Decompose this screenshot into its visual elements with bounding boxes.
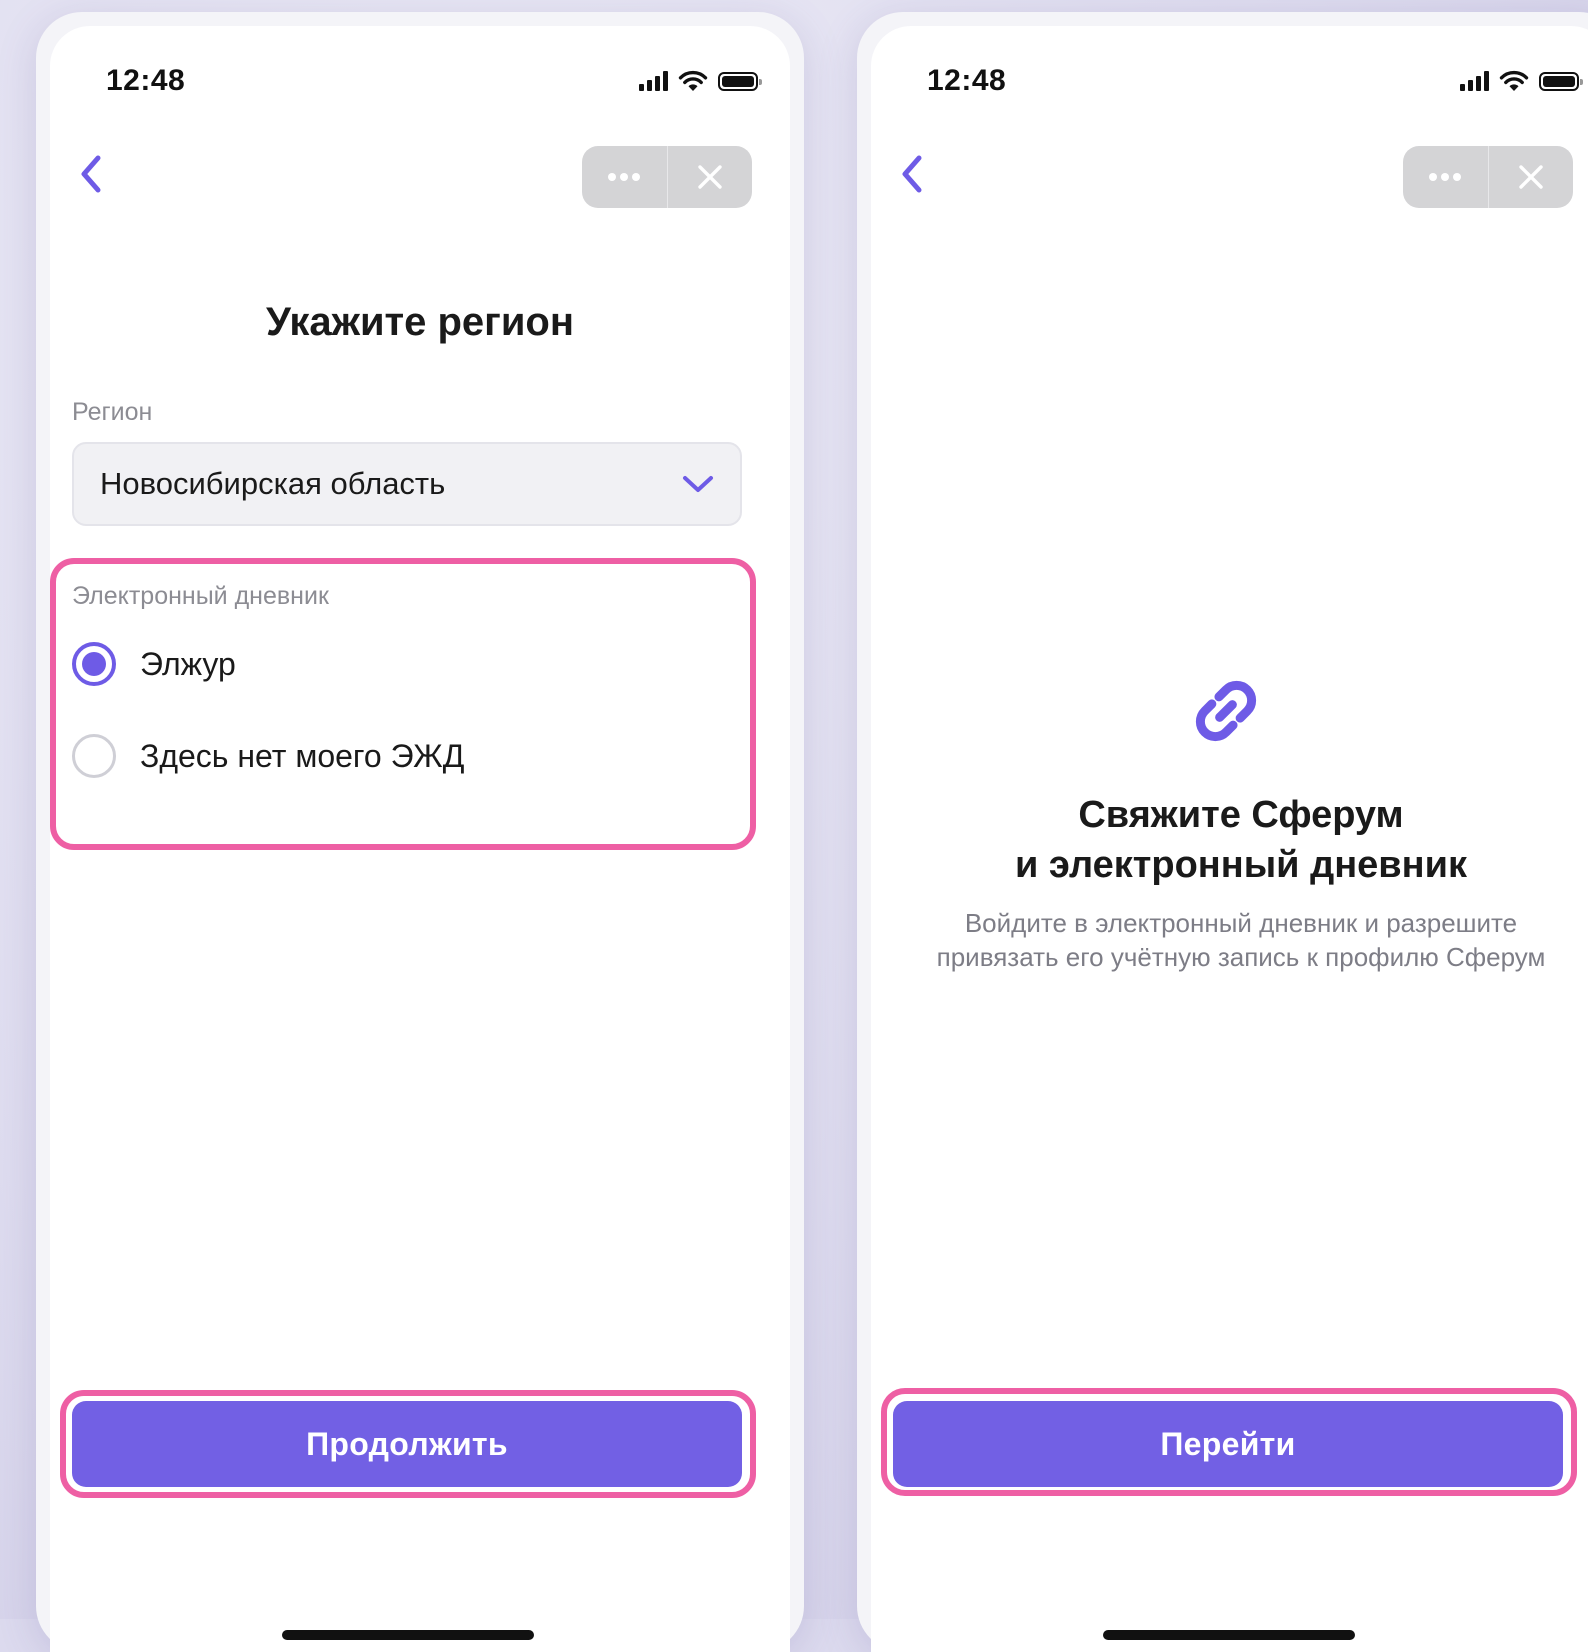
region-select[interactable]: Новосибирская область (72, 442, 742, 526)
home-indicator (1103, 1630, 1355, 1640)
radio-unselected-icon (72, 734, 116, 778)
battery-icon (718, 71, 762, 91)
link-icon (1195, 680, 1257, 742)
close-button[interactable] (668, 146, 753, 208)
wifi-icon (678, 70, 708, 91)
radio-option-no-diary[interactable]: Здесь нет моего ЭЖД (72, 726, 464, 786)
chevron-left-icon (902, 155, 922, 193)
close-button[interactable] (1489, 146, 1574, 208)
screen-title-line1: Свяжите Сферум (1078, 794, 1404, 836)
more-horizontal-icon (1429, 173, 1462, 181)
mini-app-capsule (1403, 146, 1573, 208)
more-button[interactable] (1403, 146, 1488, 208)
screen-subtitle: Войдите в электронный дневник и разрешит… (881, 906, 1588, 974)
continue-button[interactable]: Продолжить (72, 1401, 742, 1487)
region-value: Новосибирская область (100, 466, 446, 501)
screen-title-line2: и электронный дневник (1015, 844, 1467, 886)
region-screen: 12:48 Укажите регион Регион Новосибирска… (50, 26, 790, 1652)
chevron-left-icon (81, 155, 101, 193)
more-horizontal-icon (608, 173, 641, 181)
close-icon (698, 165, 722, 189)
diary-label: Электронный дневник (72, 582, 329, 610)
signal-icon (639, 71, 668, 91)
mini-app-capsule (582, 146, 752, 208)
radio-label: Элжур (140, 645, 236, 682)
close-icon (1519, 165, 1543, 189)
screen-title: Свяжите Сферум и электронный дневник (871, 790, 1588, 890)
go-button[interactable]: Перейти (893, 1401, 1563, 1487)
home-indicator (282, 1630, 534, 1640)
wifi-icon (1499, 70, 1529, 91)
battery-icon (1539, 71, 1583, 91)
more-button[interactable] (582, 146, 667, 208)
screen-subtitle-line2: привязать его учётную запись к профилю С… (936, 942, 1546, 972)
signal-icon (1460, 71, 1489, 91)
phone-left: 12:48 Укажите регион Регион Новосибирска… (36, 12, 804, 1652)
phone-right: 12:48 Свяжите Сферум и электронный дневн… (857, 12, 1588, 1652)
back-button[interactable] (68, 144, 112, 204)
chevron-down-icon (683, 476, 713, 492)
status-time: 12:48 (106, 64, 186, 97)
page-title: Укажите регион (265, 300, 575, 344)
screen-subtitle-line1: Войдите в электронный дневник и разрешит… (964, 908, 1518, 938)
radio-label: Здесь нет моего ЭЖД (140, 737, 465, 774)
link-diary-screen: 12:48 Свяжите Сферум и электронный дневн… (871, 26, 1588, 1652)
radio-selected-icon (72, 642, 116, 686)
status-icons (1460, 70, 1583, 92)
status-icons (639, 70, 762, 92)
back-button[interactable] (889, 144, 933, 204)
status-time: 12:48 (927, 64, 1007, 97)
radio-option-elzhur[interactable]: Элжур (72, 634, 236, 694)
region-label: Регион (72, 398, 153, 426)
